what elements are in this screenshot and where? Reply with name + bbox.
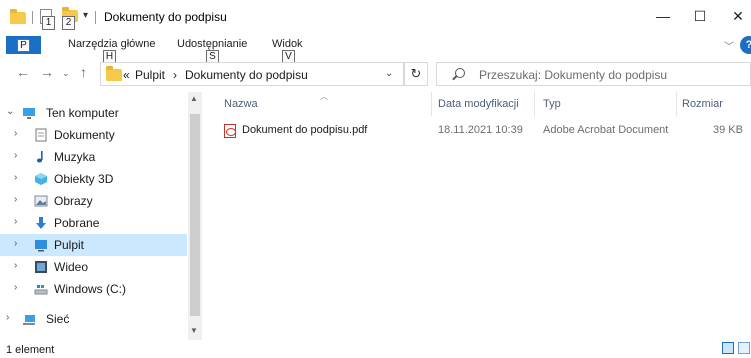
music-icon [36, 151, 43, 163]
nav-label: Muzyka [54, 150, 96, 164]
computer-icon [23, 108, 35, 119]
large-icons-view-icon[interactable] [738, 342, 750, 354]
nav-label: Obiekty 3D [54, 172, 114, 186]
tab-view[interactable]: Widok [272, 38, 303, 50]
status-item-count: 1 element [6, 344, 55, 356]
column-divider[interactable] [676, 92, 677, 116]
nav-item-music[interactable]: › Muzyka [0, 146, 187, 168]
expand-ribbon-icon[interactable]: ﹀ [724, 38, 734, 53]
documents-icon [35, 128, 47, 142]
search-placeholder: Przeszukaj: Dokumenty do podpisu [479, 68, 668, 82]
nav-label: Sieć [46, 312, 70, 326]
breadcrumb-overflow[interactable]: « [123, 68, 130, 82]
file-name: Dokument do podpisu.pdf [242, 124, 368, 136]
tab-file[interactable]: P [6, 36, 41, 54]
nav-item-downloads[interactable]: › Pobrane [0, 212, 187, 234]
video-icon [35, 261, 47, 273]
nav-label: Obrazy [54, 194, 93, 208]
search-icon [455, 68, 465, 78]
keytip-file: P [17, 39, 30, 52]
chevron-right-icon[interactable]: › [14, 260, 17, 271]
recent-locations-icon[interactable]: ⌄ [62, 68, 70, 79]
breadcrumb-separator[interactable]: › [173, 68, 177, 82]
folder-icon [106, 66, 122, 81]
folder-icon [10, 8, 26, 28]
keytip-2: 2 [62, 16, 75, 30]
search-input[interactable]: Przeszukaj: Dokumenty do podpisu [436, 62, 751, 86]
tab-home[interactable]: Narzędzia główne [68, 38, 155, 50]
nav-item-network[interactable]: › Sieć [0, 308, 187, 330]
desktop-icon [35, 240, 47, 252]
file-modified: 18.11.2021 10:39 [438, 124, 523, 136]
pdf-icon [224, 124, 236, 138]
objects3d-icon [35, 173, 47, 185]
address-bar[interactable]: « Pulpit › Dokumenty do podpisu ⌄ [100, 62, 404, 86]
nav-label: Dokumenty [54, 128, 115, 142]
navigation-pane: ⌄ Ten komputer › Dokumenty › Muzyka › Ob… [0, 92, 188, 340]
keytip-1: 1 [42, 16, 55, 30]
window-title: Dokumenty do podpisu [104, 10, 227, 24]
column-divider[interactable] [534, 92, 535, 116]
column-header-modified[interactable]: Data modyfikacji [438, 98, 519, 110]
scroll-down-icon[interactable]: ▼ [190, 326, 198, 335]
chevron-right-icon[interactable]: › [14, 282, 17, 293]
chevron-right-icon[interactable]: › [14, 172, 17, 183]
forward-arrow-icon[interactable]: → [40, 64, 54, 80]
table-row[interactable]: Dokument do podpisu.pdf 18.11.2021 10:39… [216, 120, 751, 142]
network-icon [23, 315, 35, 325]
nav-label: Pulpit [54, 238, 85, 252]
chevron-right-icon[interactable]: › [14, 150, 17, 161]
toolbar-separator [32, 11, 33, 24]
column-header-type[interactable]: Typ [543, 98, 561, 110]
chevron-right-icon[interactable]: › [14, 216, 17, 227]
maximize-button[interactable]: ☐ [686, 4, 714, 28]
title-separator [95, 11, 96, 24]
file-size: 39 KB [713, 124, 743, 136]
scroll-up-icon[interactable]: ▲ [190, 94, 198, 103]
breadcrumb-current[interactable]: Dokumenty do podpisu [185, 68, 308, 82]
pictures-icon [34, 195, 48, 207]
nav-label: Wideo [54, 260, 89, 274]
column-header-size[interactable]: Rozmiar [682, 98, 723, 110]
navigation-scrollbar[interactable]: ▲ ▼ [188, 92, 202, 340]
column-header-name[interactable]: Nazwa [224, 98, 258, 110]
nav-item-videos[interactable]: › Wideo [0, 256, 187, 278]
chevron-right-icon[interactable]: › [6, 312, 9, 323]
details-view-icon[interactable] [722, 342, 734, 354]
nav-label: Ten komputer [46, 106, 119, 120]
nav-item-documents[interactable]: › Dokumenty [0, 124, 187, 146]
refresh-button[interactable]: ↻ [404, 62, 428, 86]
drive-icon [34, 285, 48, 295]
nav-item-pictures[interactable]: › Obrazy [0, 190, 187, 212]
nav-item-drive-c[interactable]: › Windows (C:) [0, 278, 187, 300]
chevron-right-icon[interactable]: › [14, 128, 17, 139]
nav-label: Windows (C:) [54, 282, 127, 296]
nav-item-3d-objects[interactable]: › Obiekty 3D [0, 168, 187, 190]
sort-ascending-icon: ︿ [320, 92, 328, 101]
file-type: Adobe Acrobat Document [543, 124, 669, 136]
back-arrow-icon[interactable]: ← [16, 64, 30, 80]
close-button[interactable]: ✕ [724, 4, 751, 28]
chevron-right-icon[interactable]: › [14, 194, 17, 205]
scrollbar-thumb[interactable] [190, 114, 200, 316]
column-divider[interactable] [431, 92, 432, 116]
chevron-down-icon[interactable]: ⌄ [6, 106, 14, 117]
breadcrumb-pulpit[interactable]: Pulpit [135, 68, 165, 82]
chevron-down-icon[interactable]: ⌄ [385, 68, 393, 79]
nav-item-desktop[interactable]: › Pulpit [0, 234, 187, 256]
customize-toolbar-icon[interactable]: ▾ [83, 10, 88, 21]
nav-label: Pobrane [54, 216, 100, 230]
nav-item-this-pc[interactable]: ⌄ Ten komputer [0, 102, 187, 124]
up-arrow-icon[interactable]: ↑ [80, 64, 87, 80]
help-icon[interactable]: ? [740, 36, 751, 54]
chevron-right-icon[interactable]: › [14, 238, 17, 249]
tab-share[interactable]: Udostępnianie [177, 38, 247, 50]
minimize-button[interactable]: — [649, 4, 677, 28]
title-bar: 1 2 ▾ Dokumenty do podpisu — ☐ ✕ [0, 0, 751, 34]
downloads-icon [36, 217, 46, 229]
